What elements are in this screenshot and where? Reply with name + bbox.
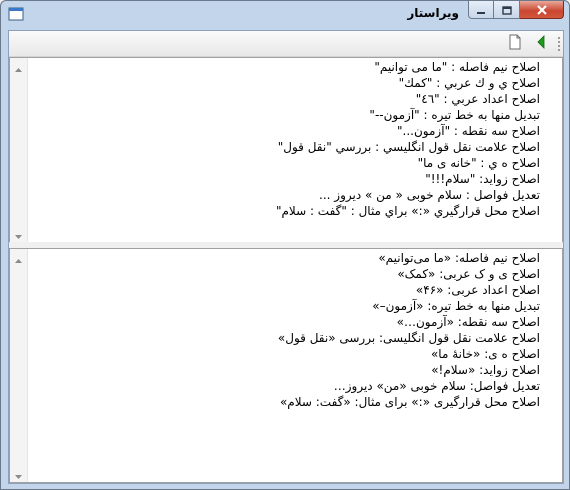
input-line: اصلاح سه نقطه : "آزمون..." (397, 124, 540, 138)
green-play-left-icon (536, 34, 546, 53)
scroll-down-icon (15, 464, 22, 483)
maximize-button[interactable] (494, 1, 520, 19)
scroll-down-button[interactable] (10, 225, 27, 242)
input-line: اصلاح محل قرارگیري «:» براي مثال : "گفت … (275, 204, 540, 218)
input-line: اصلاح اعداد عربي : "٤٦" (415, 92, 540, 106)
output-line: اصلاح نیم فاصله: «ما می‌توانیم» (378, 251, 540, 265)
input-line: اصلاح علامت نقل قول انگلیسي : بررسي "نقل… (277, 140, 540, 154)
output-line: اصلاح ه ی: «خانهٔ ما» (430, 347, 540, 361)
input-text[interactable]: اصلاح نیم فاصله : "ما می توانیم" اصلاح ي… (14, 59, 540, 219)
scroll-down-icon (15, 224, 22, 243)
output-line: تعدیل فواصل: سلام خوبی «من» دیروز… (333, 379, 540, 393)
input-line: اصلاح ي و ك عربي : "كمك" (398, 76, 540, 90)
output-textbox[interactable]: اصلاح نیم فاصله: «ما می‌توانیم» اصلاح ی … (9, 248, 563, 483)
output-line: تبدیل منها به خط تیره: «آزمون–» (372, 299, 540, 313)
input-textbox[interactable]: اصلاح نیم فاصله : "ما می توانیم" اصلاح ي… (9, 57, 563, 243)
scroll-down-button[interactable] (10, 465, 27, 482)
title-bar[interactable]: ویراستار (1, 1, 569, 27)
output-line: اصلاح محل قرارگیری «:» برای مثال: «گفت: … (279, 395, 540, 409)
maximize-icon (501, 0, 512, 19)
output-line: اصلاح سه نقطه: «آزمون…» (396, 315, 540, 329)
app-window-icon (8, 6, 24, 22)
toolbar-grip[interactable] (557, 36, 560, 51)
minimize-icon (476, 0, 486, 19)
new-document-button[interactable] (505, 34, 525, 53)
input-line: اصلاح ه ي : "خانه ی ما" (417, 156, 540, 170)
output-line: اصلاح علامت نقل قول انگلیسی: بررسی «نقل … (277, 331, 540, 345)
input-line: تبدیل منها به خط تیره : "آزمون--" (369, 108, 540, 122)
new-document-icon (508, 34, 522, 54)
output-text[interactable]: اصلاح نیم فاصله: «ما می‌توانیم» اصلاح ی … (14, 250, 540, 410)
input-line: تعدیل فواصل : سلام خوبی « من » دیروز ... (319, 188, 540, 202)
window-title: ویراستار (407, 6, 459, 20)
input-line: اصلاح نیم فاصله : "ما می توانیم" (374, 60, 540, 74)
close-button[interactable] (520, 1, 564, 19)
close-icon (536, 0, 548, 19)
client-area: اصلاح نیم فاصله : "ما می توانیم" اصلاح ي… (8, 30, 564, 484)
toolbar (9, 31, 563, 57)
output-line: اصلاح اعداد عربی: «۴۶» (415, 283, 540, 297)
output-line: اصلاح زواید: «سلام!» (431, 363, 540, 377)
output-line: اصلاح ی و ک عربی: «کمک» (397, 267, 540, 281)
input-line: اصلاح زواید: "سلام!!!" (425, 172, 540, 186)
minimize-button[interactable] (468, 1, 494, 19)
editor-window: ویراستار اصلاح نیم فاصله: "ما می توانیم… (0, 0, 570, 490)
run-convert-button[interactable] (531, 34, 551, 53)
caption-buttons (468, 1, 564, 20)
